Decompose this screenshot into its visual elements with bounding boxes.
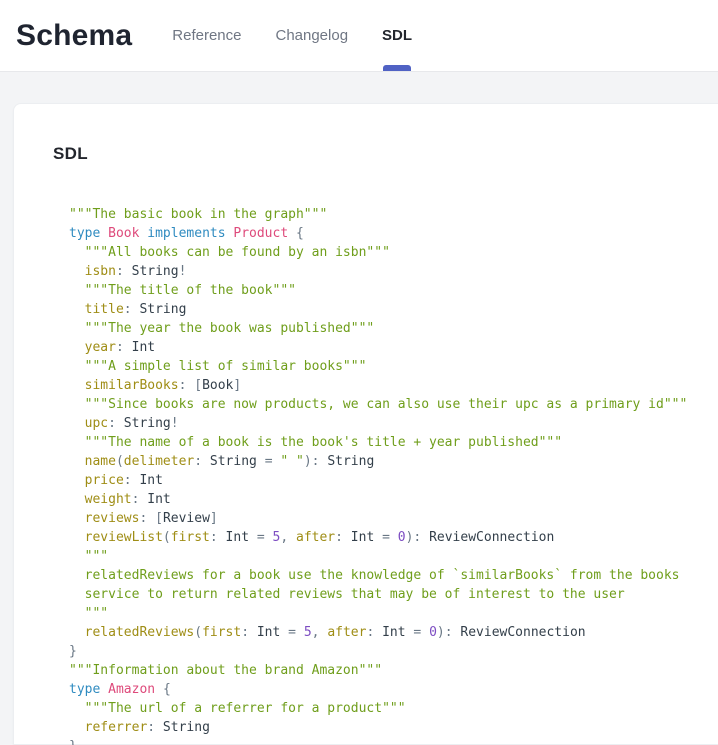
tab-reference[interactable]: Reference: [168, 0, 245, 71]
tab-reference-label: Reference: [172, 27, 241, 44]
page-title: Schema: [16, 19, 132, 53]
tab-changelog-label: Changelog: [275, 27, 348, 44]
tab-bar: Reference Changelog SDL: [168, 0, 442, 71]
tab-sdl-label: SDL: [382, 27, 412, 44]
sdl-card-heading: SDL: [53, 144, 718, 164]
active-tab-indicator: [383, 65, 411, 71]
page-content: SDL """The basic book in the graph"""typ…: [0, 72, 718, 745]
sdl-code: """The basic book in the graph"""type Bo…: [69, 205, 718, 745]
page-header: Schema Reference Changelog SDL: [0, 0, 718, 72]
sdl-card: SDL """The basic book in the graph"""typ…: [13, 103, 718, 745]
tab-changelog[interactable]: Changelog: [271, 0, 352, 71]
tab-sdl[interactable]: SDL: [378, 0, 416, 71]
